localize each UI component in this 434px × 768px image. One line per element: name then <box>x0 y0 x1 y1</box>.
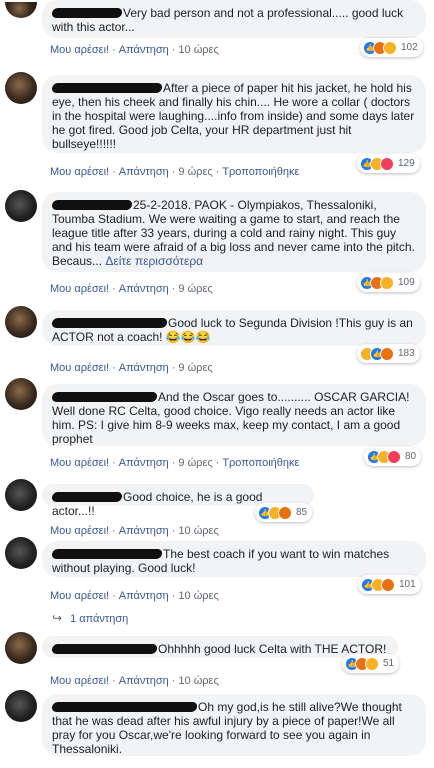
reactions-summary[interactable]: 👍 102 <box>360 38 423 57</box>
reply-link[interactable]: Απάντηση <box>119 675 169 687</box>
love-reaction-icon <box>380 156 394 171</box>
comment-actions: Μου αρέσει! · Απάντηση · 9 ώρες <box>50 362 213 374</box>
reaction-count: 80 <box>405 451 417 462</box>
reply-link[interactable]: Απάντηση <box>119 457 169 469</box>
comment-actions: Μου αρέσει! · Απάντηση · 9 ώρες <box>50 283 213 295</box>
like-link[interactable]: Μου αρέσει! <box>50 166 109 178</box>
haha-reaction-icon <box>365 656 379 671</box>
reply-link[interactable]: Απάντηση <box>119 166 169 178</box>
reactions-summary[interactable]: 👍 80 <box>364 447 422 466</box>
reactions-summary[interactable]: 👍 129 <box>357 154 420 173</box>
reply-link[interactable]: Απάντηση <box>119 590 169 602</box>
reaction-count: 129 <box>398 158 415 169</box>
avatar[interactable] <box>5 537 37 569</box>
timestamp[interactable]: 9 ώρες <box>178 166 212 178</box>
comment-bubble: Very bad person and not a professional..… <box>42 0 426 38</box>
reaction-count: 183 <box>398 348 415 359</box>
timestamp[interactable]: 10 ώρες <box>178 675 218 687</box>
avatar[interactable] <box>5 72 37 104</box>
timestamp[interactable]: 9 ώρες <box>178 283 212 295</box>
like-link[interactable]: Μου αρέσει! <box>50 590 109 602</box>
reactions-summary[interactable]: 👍 101 <box>358 575 421 594</box>
comment-actions: Μου αρέσει! · Απάντηση · 10 ώρες <box>50 590 219 602</box>
edited-label[interactable]: Τροποποιήθηκε <box>222 457 299 469</box>
comment-actions: Μου αρέσει! · Απάντηση · 10 ώρες <box>50 44 219 56</box>
like-link[interactable]: Μου αρέσει! <box>50 362 109 374</box>
like-link[interactable]: Μου αρέσει! <box>50 675 109 687</box>
reply-link[interactable]: Απάντηση <box>119 362 169 374</box>
timestamp[interactable]: 10 ώρες <box>178 525 218 537</box>
reaction-count: 85 <box>296 507 308 518</box>
reply-link[interactable]: Απάντηση <box>119 525 169 537</box>
comment-bubble: The best coach if you want to win matche… <box>42 541 426 577</box>
angry-reaction-icon <box>380 346 394 361</box>
avatar[interactable] <box>5 479 37 511</box>
comment-actions: Μου αρέσει! · Απάντηση · 10 ώρες <box>50 675 219 687</box>
timestamp[interactable]: 10 ώρες <box>178 44 218 56</box>
comment-bubble: Good luck to Segunda Division !This guy … <box>42 310 426 346</box>
redacted-name <box>51 549 163 559</box>
redacted-name <box>51 83 163 93</box>
redacted-name <box>51 492 123 502</box>
reactions-summary[interactable]: 👍 85 <box>255 503 313 522</box>
reply-link[interactable]: Απάντηση <box>119 283 169 295</box>
redacted-name <box>51 8 123 18</box>
comment-actions: Μου αρέσει! · Απάντηση · 9 ώρες · Τροποποιήθηκ… <box>50 166 300 178</box>
angry-reaction-icon <box>278 505 292 520</box>
avatar[interactable] <box>5 2 37 18</box>
reaction-count: 109 <box>398 277 415 288</box>
reaction-count: 51 <box>383 658 395 669</box>
like-link[interactable]: Μου αρέσει! <box>50 525 109 537</box>
comment-bubble: Ohhhhh good luck Celta with THE ACTOR! <box>42 636 398 658</box>
haha-reaction-icon <box>383 40 397 55</box>
avatar[interactable] <box>5 190 37 222</box>
like-link[interactable]: Μου αρέσει! <box>50 44 109 56</box>
avatar[interactable] <box>5 632 37 664</box>
redacted-name <box>51 702 198 712</box>
replies-count[interactable]: 1 απάντηση <box>70 613 128 625</box>
avatar[interactable] <box>5 378 37 410</box>
love-reaction-icon <box>387 449 401 464</box>
timestamp[interactable]: 9 ώρες <box>178 457 212 469</box>
comment-bubble: After a piece of paper hit his jacket, h… <box>42 75 426 153</box>
haha-reaction-icon <box>380 275 394 290</box>
see-more-link[interactable]: Δείτε περισσότερα <box>105 254 203 268</box>
comment-actions: Μου αρέσει! · Απάντηση · 10 ώρες <box>50 525 219 537</box>
timestamp[interactable]: 10 ώρες <box>178 590 218 602</box>
comment-bubble: 25-2-2018. PAOK - Olympiakos, Thessaloni… <box>42 192 426 272</box>
reply-arrow-icon: ↪ <box>52 611 63 625</box>
reply-link[interactable]: Απάντηση <box>119 44 169 56</box>
reactions-summary[interactable]: 👍 109 <box>357 273 420 292</box>
reactions-summary[interactable]: 👍 51 <box>342 654 400 673</box>
redacted-name <box>51 644 158 654</box>
reaction-count: 102 <box>401 42 418 53</box>
avatar[interactable] <box>5 306 37 338</box>
comment-actions: Μου αρέσει! · Απάντηση · 9 ώρες · Τροποποιήθηκ… <box>50 457 300 469</box>
reaction-count: 101 <box>399 579 416 590</box>
redacted-name <box>51 392 158 402</box>
like-link[interactable]: Μου αρέσει! <box>50 457 109 469</box>
view-replies-link[interactable]: ↪ 1 απάντηση <box>52 611 128 625</box>
comment-bubble: And the Oscar goes to.......... OSCAR GA… <box>42 384 426 446</box>
redacted-name <box>51 318 168 328</box>
reactions-summary[interactable]: 👍 183 <box>357 344 420 363</box>
like-link[interactable]: Μου αρέσει! <box>50 283 109 295</box>
comment-bubble: Oh my god,is he still alive?We thought t… <box>42 694 426 756</box>
edited-label[interactable]: Τροποποιήθηκε <box>222 166 299 178</box>
timestamp[interactable]: 9 ώρες <box>178 362 212 374</box>
avatar[interactable] <box>5 690 37 722</box>
angry-reaction-icon <box>381 577 395 592</box>
redacted-name <box>51 200 133 210</box>
